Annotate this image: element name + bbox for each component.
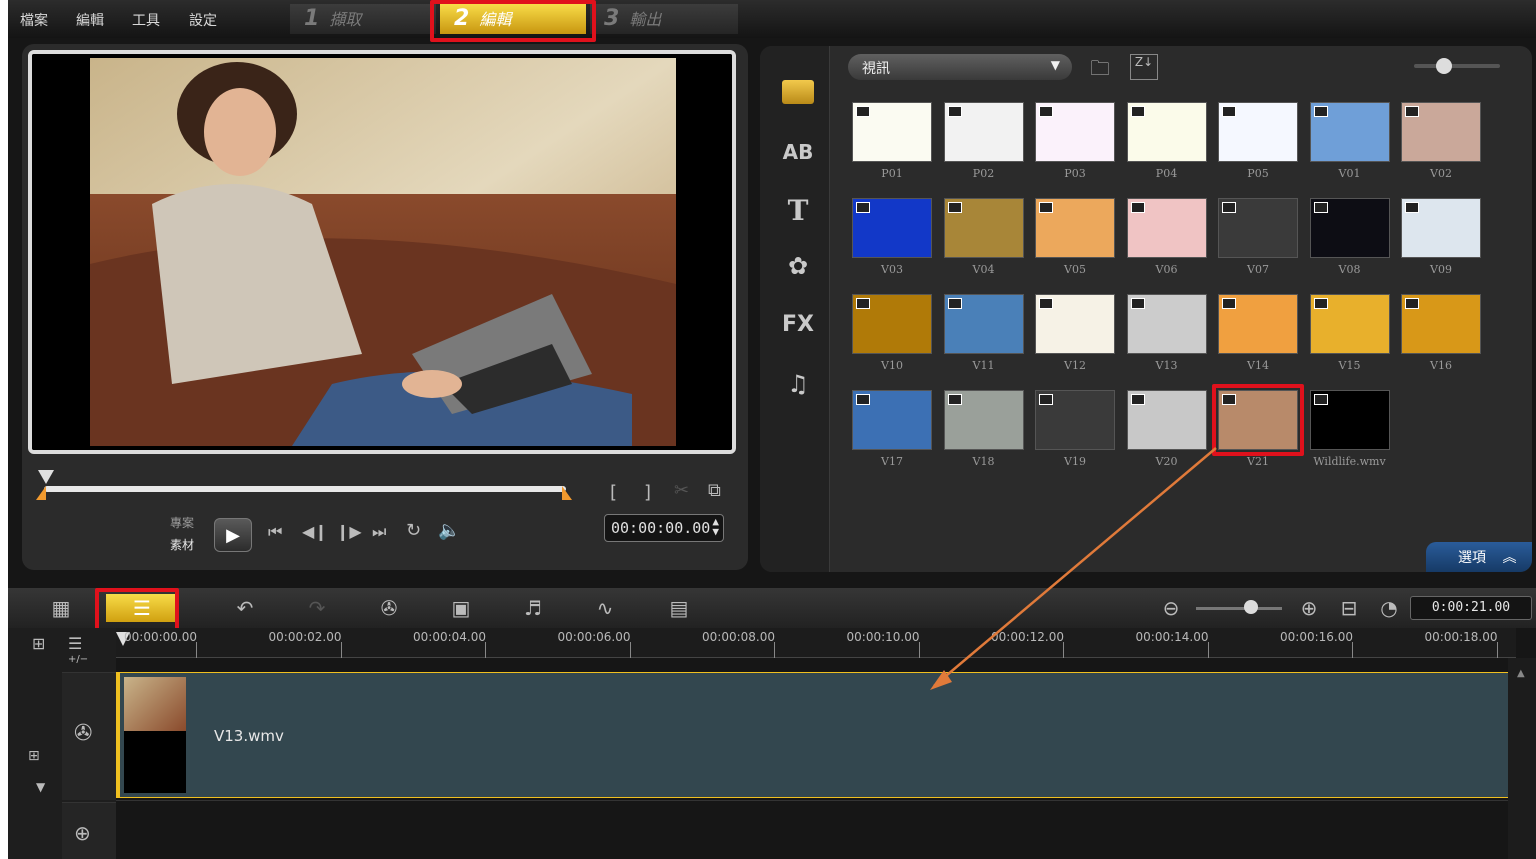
drag-arrow-line [933, 447, 1217, 687]
video-editor-window: 檔案 編輯 工具 設定 1 擷取 2 編輯 3 輸出 [] ✂ ⧉ 專案 素材… [8, 0, 1536, 859]
drag-arrow-annotation [930, 447, 1217, 690]
